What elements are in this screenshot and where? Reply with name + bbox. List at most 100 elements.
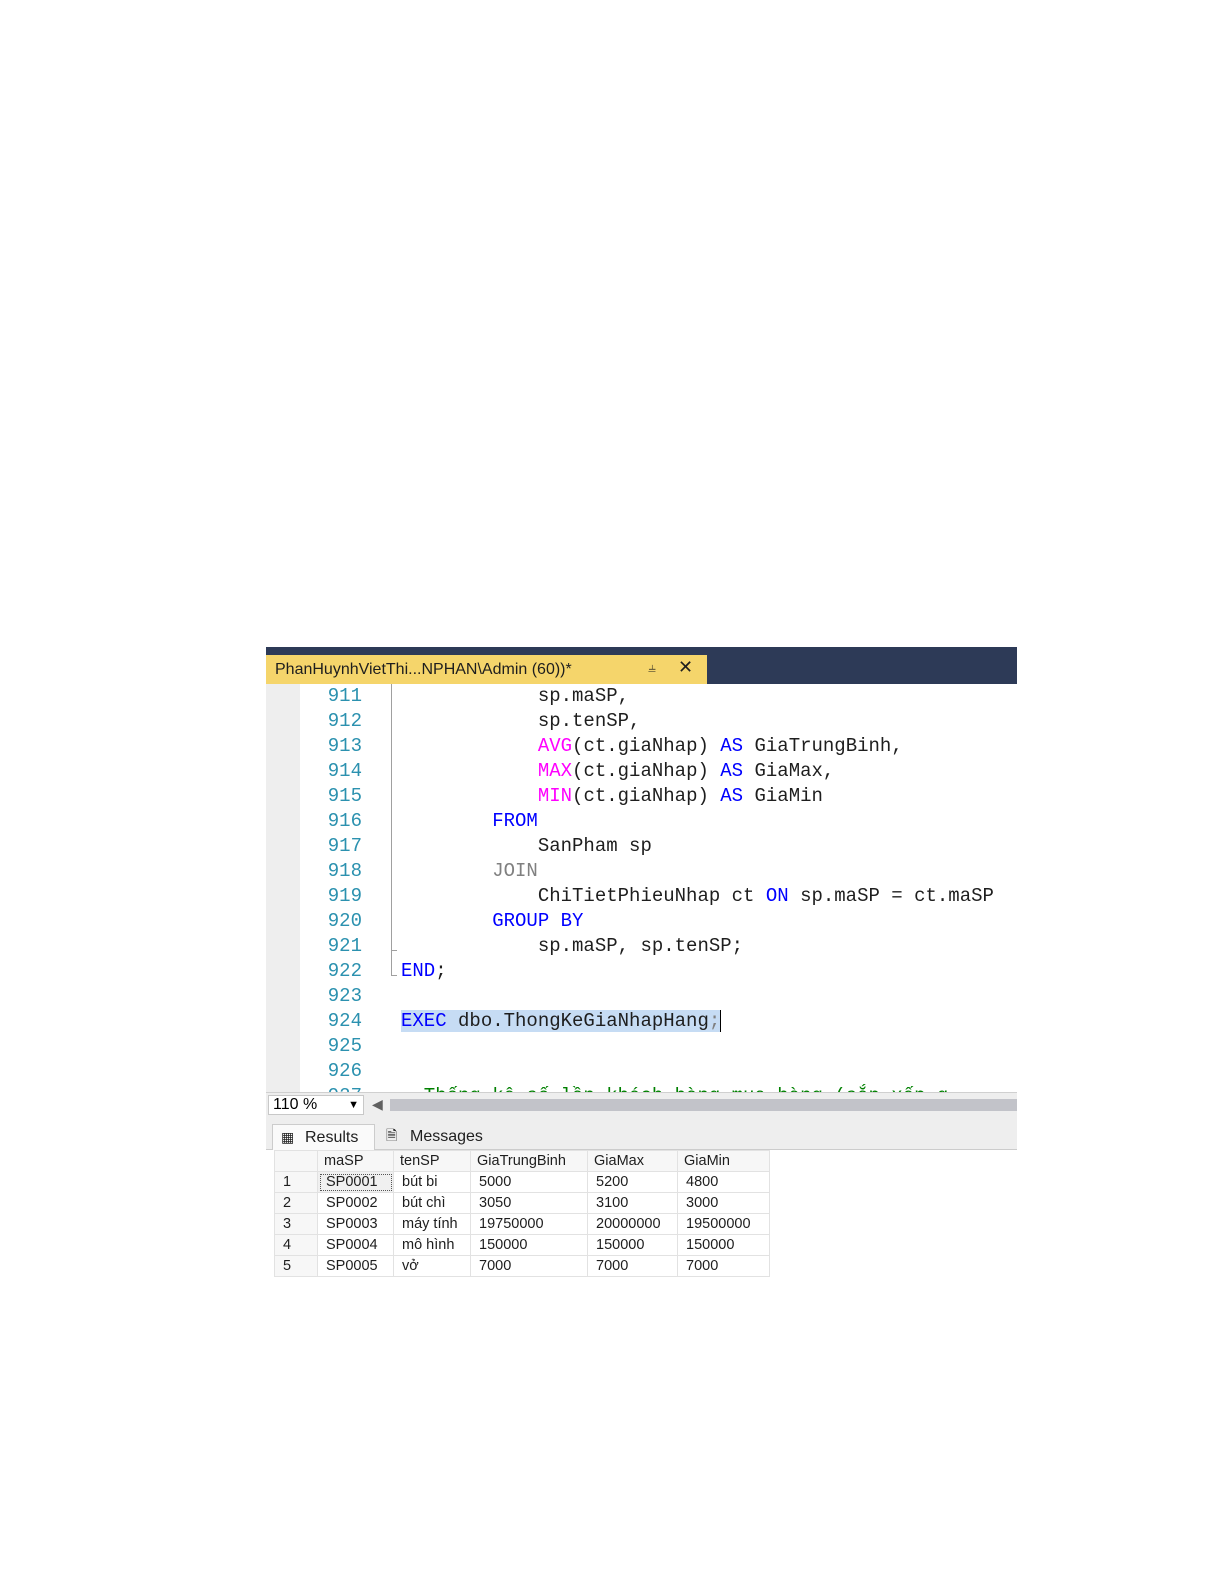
grid-cell[interactable]: 20000000: [587, 1213, 678, 1235]
column-header-giamax[interactable]: GiaMax: [587, 1150, 678, 1172]
tab-messages[interactable]: 🗎 Messages: [378, 1124, 498, 1150]
column-header-giatrungbinh[interactable]: GiaTrungBinh: [470, 1150, 588, 1172]
query-tab-title: PhanHuynhVietThi...NPHAN\Admin (60))*: [275, 660, 572, 678]
code-text: EXEC dbo.ThongKeGiaNhapHang;: [401, 1009, 722, 1034]
code-token: JOIN: [492, 860, 538, 882]
code-line[interactable]: 912 sp.tenSP,: [266, 709, 1017, 734]
code-line[interactable]: 915 MIN(ct.giaNhap) AS GiaMin: [266, 784, 1017, 809]
horizontal-scrollbar[interactable]: [390, 1099, 1017, 1111]
grid-cell[interactable]: 5200: [587, 1171, 678, 1193]
code-token: EXEC: [401, 1010, 447, 1032]
code-line[interactable]: 917 SanPham sp: [266, 834, 1017, 859]
zoom-select[interactable]: 110 % ▼: [268, 1095, 364, 1115]
grid-cell[interactable]: 7000: [587, 1255, 678, 1277]
code-token: GiaMin: [743, 785, 823, 807]
code-line[interactable]: 914 MAX(ct.giaNhap) AS GiaMax,: [266, 759, 1017, 784]
table-row[interactable]: 1 SP0001 bút bi 5000 5200 4800: [274, 1171, 770, 1193]
grid-cell[interactable]: 3050: [470, 1192, 588, 1214]
grid-cell[interactable]: máy tính: [393, 1213, 471, 1235]
code-token: GiaTrungBinh,: [743, 735, 903, 757]
ssms-window: PhanHuynhVietThi...NPHAN\Admin (60))* ⫨ …: [266, 647, 1017, 1293]
code-line[interactable]: 926: [266, 1059, 1017, 1084]
close-icon[interactable]: ✕: [678, 657, 693, 678]
document-tab-bar: PhanHuynhVietThi...NPHAN\Admin (60))* ⫨ …: [266, 647, 1017, 684]
code-token: (ct.giaNhap): [572, 760, 721, 782]
pin-icon[interactable]: ⫨: [648, 659, 656, 676]
column-header-tensp[interactable]: tenSP: [393, 1150, 471, 1172]
code-text: SanPham sp: [401, 834, 652, 859]
code-line[interactable]: 927 --Thống kê số lần khách hàng mua hàng…: [266, 1084, 1017, 1092]
code-line[interactable]: 916 FROM: [266, 809, 1017, 834]
code-token: ChiTietPhieuNhap ct: [401, 885, 766, 907]
row-number[interactable]: 2: [274, 1192, 318, 1214]
table-row[interactable]: 2 SP0002 bút chì 3050 3100 3000: [274, 1192, 770, 1214]
grid-cell[interactable]: bút bi: [393, 1171, 471, 1193]
row-number[interactable]: 1: [274, 1171, 318, 1193]
grid-cell[interactable]: 150000: [587, 1234, 678, 1256]
code-token: END: [401, 960, 436, 982]
query-editor[interactable]: 911 sp.maSP, 912 sp.tenSP, 913 AVG(ct.giaN…: [266, 684, 1017, 1092]
query-document-tab[interactable]: PhanHuynhVietThi...NPHAN\Admin (60))* ⫨ …: [266, 655, 707, 684]
grid-cell[interactable]: 19500000: [677, 1213, 770, 1235]
table-row[interactable]: 5 SP0005 vở 7000 7000 7000: [274, 1255, 770, 1277]
tab-results[interactable]: ▦ Results: [272, 1124, 375, 1150]
grid-cell[interactable]: SP0001: [317, 1171, 394, 1193]
code-line[interactable]: 920 GROUP BY: [266, 909, 1017, 934]
code-line[interactable]: 919 ChiTietPhieuNhap ct ON sp.maSP = ct.…: [266, 884, 1017, 909]
results-grid: maSP tenSP GiaTrungBinh GiaMax GiaMin 1 …: [274, 1150, 770, 1277]
grid-cell[interactable]: SP0004: [317, 1234, 394, 1256]
grid-cell[interactable]: 4800: [677, 1171, 770, 1193]
grid-cell[interactable]: 150000: [470, 1234, 588, 1256]
grid-cell[interactable]: 5000: [470, 1171, 588, 1193]
grid-cell[interactable]: mô hình: [393, 1234, 471, 1256]
table-row[interactable]: 3 SP0003 máy tính 19750000 20000000 1950…: [274, 1213, 770, 1235]
table-row[interactable]: 4 SP0004 mô hình 150000 150000 150000: [274, 1234, 770, 1256]
code-token: --Thống kê số lần khách hàng mua hàng (s…: [401, 1085, 948, 1092]
grid-cell[interactable]: bút chì: [393, 1192, 471, 1214]
grid-cell[interactable]: SP0005: [317, 1255, 394, 1277]
code-token: (ct.giaNhap): [572, 785, 721, 807]
code-token: sp.maSP, sp.tenSP;: [401, 935, 744, 957]
column-header-masp[interactable]: maSP: [317, 1150, 394, 1172]
code-line[interactable]: 913 AVG(ct.giaNhap) AS GiaTrungBinh,: [266, 734, 1017, 759]
line-number: 917: [327, 835, 362, 857]
code-token: ;: [435, 960, 447, 982]
column-header-giamin[interactable]: GiaMin: [677, 1150, 770, 1172]
grid-cell[interactable]: SP0002: [317, 1192, 394, 1214]
grid-cell[interactable]: 150000: [677, 1234, 770, 1256]
grid-cell[interactable]: 3100: [587, 1192, 678, 1214]
grid-cell[interactable]: vở: [393, 1255, 471, 1277]
code-token: sp.maSP = ct.maSP: [788, 885, 994, 907]
row-number[interactable]: 5: [274, 1255, 318, 1277]
line-number: 911: [327, 685, 362, 707]
code-line[interactable]: 918 JOIN: [266, 859, 1017, 884]
grid-cell[interactable]: 7000: [470, 1255, 588, 1277]
grid-cell[interactable]: 19750000: [470, 1213, 588, 1235]
scroll-left-arrow-icon[interactable]: ◀: [372, 1096, 383, 1113]
grid-cell[interactable]: 7000: [677, 1255, 770, 1277]
line-number: 912: [327, 710, 362, 732]
row-number[interactable]: 4: [274, 1234, 318, 1256]
grid-cell[interactable]: 3000: [677, 1192, 770, 1214]
grid-corner-header[interactable]: [274, 1150, 318, 1172]
code-line[interactable]: 922 END;: [266, 959, 1017, 984]
line-number: 923: [327, 985, 362, 1007]
code-token: GiaMax,: [743, 760, 835, 782]
code-text: MIN(ct.giaNhap) AS GiaMin: [401, 784, 823, 809]
code-line[interactable]: 911 sp.maSP,: [266, 684, 1017, 709]
code-line[interactable]: 923: [266, 984, 1017, 1009]
code-line[interactable]: 921 sp.maSP, sp.tenSP;: [266, 934, 1017, 959]
row-number[interactable]: 3: [274, 1213, 318, 1235]
chevron-down-icon: ▼: [348, 1099, 359, 1111]
code-line[interactable]: 925: [266, 1034, 1017, 1059]
code-text: GROUP BY: [401, 909, 583, 934]
grid-header-row: maSP tenSP GiaTrungBinh GiaMax GiaMin: [274, 1150, 770, 1172]
grid-cell[interactable]: SP0003: [317, 1213, 394, 1235]
code-line[interactable]: 924 EXEC dbo.ThongKeGiaNhapHang;: [266, 1009, 1017, 1034]
code-token: ;: [708, 1010, 721, 1032]
code-text: sp.tenSP,: [401, 709, 641, 734]
line-number: 919: [327, 885, 362, 907]
line-number: 925: [327, 1035, 362, 1057]
